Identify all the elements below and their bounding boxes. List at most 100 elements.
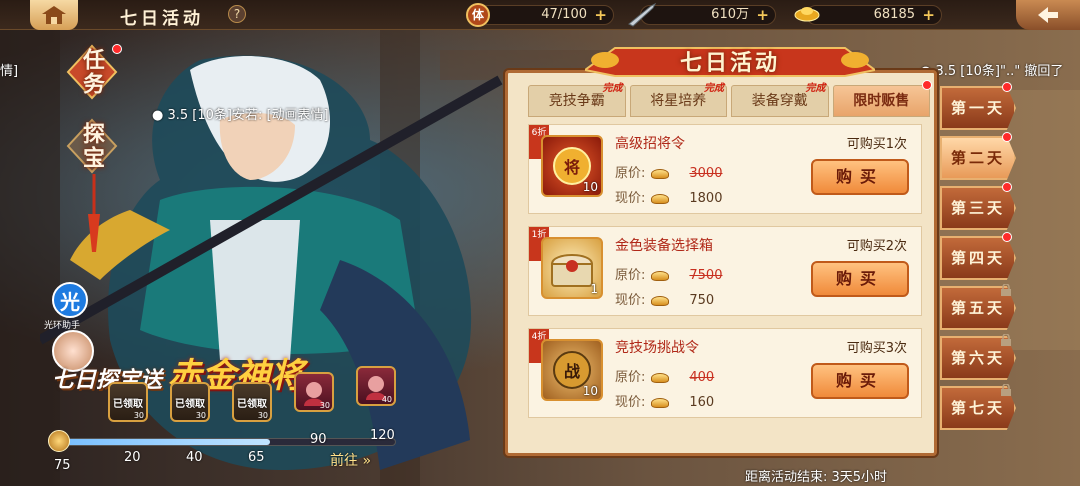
lock-icon bbox=[1001, 384, 1011, 396]
stamina-plus-button[interactable]: + bbox=[594, 6, 607, 24]
reward-slot-3[interactable]: 已领取 30 bbox=[232, 382, 272, 422]
day-tab-3[interactable]: 第三天 bbox=[940, 186, 1016, 230]
item-quantity: 10 bbox=[582, 180, 598, 194]
token-glyph: 战 bbox=[563, 362, 580, 381]
top-bar: 七日活动 ? 体 47/100 + 610万 + 68185 + bbox=[0, 0, 1080, 30]
stamina-counter: 体 47/100 + bbox=[466, 3, 614, 27]
original-price: 原价: 3000 bbox=[615, 162, 722, 181]
original-price-label: 原价: bbox=[615, 166, 646, 181]
reward-slot-5[interactable]: 40 bbox=[356, 366, 396, 406]
panel-header: 七日活动 bbox=[585, 40, 875, 82]
help-button[interactable]: ? bbox=[228, 5, 246, 23]
back-arrow-icon bbox=[1038, 7, 1058, 23]
gold-ingot-icon bbox=[793, 2, 821, 30]
progress-mark: 90 bbox=[310, 432, 327, 447]
item-thumbnail[interactable]: 将 10 bbox=[541, 135, 603, 197]
item-thumbnail[interactable]: 战 10 bbox=[541, 339, 603, 401]
reward-count: 40 bbox=[381, 395, 392, 404]
go-label: 前往 bbox=[330, 453, 358, 469]
silver-plus-button[interactable]: + bbox=[756, 6, 769, 24]
helper-app-button[interactable]: 光 bbox=[52, 282, 88, 318]
chest-icon bbox=[550, 254, 594, 287]
reward-slot-2[interactable]: 已领取 30 bbox=[170, 382, 210, 422]
day-tab-2[interactable]: 第二天 bbox=[940, 136, 1016, 180]
tab-treasure-label: 探宝 bbox=[79, 122, 105, 170]
gold-ingot-icon bbox=[651, 168, 670, 179]
item-name: 竞技场挑战令 bbox=[615, 340, 699, 356]
item-name: 金色装备选择箱 bbox=[615, 238, 713, 254]
original-price: 原价: 7500 bbox=[615, 264, 722, 283]
progress-coin-icon bbox=[48, 430, 70, 452]
tab-tasks[interactable]: 任务 bbox=[64, 44, 122, 100]
tab-label: 限时贩售 bbox=[853, 93, 910, 109]
lock-icon bbox=[1001, 334, 1011, 346]
notification-dot bbox=[1002, 82, 1012, 92]
tab-hero-training[interactable]: 将星培养 完成 bbox=[629, 83, 727, 117]
notification-dot bbox=[112, 44, 122, 54]
original-price-value: 400 bbox=[689, 370, 715, 385]
gold-plus-button[interactable]: + bbox=[922, 6, 935, 24]
stamina-label: 体 bbox=[472, 8, 485, 22]
tab-treasure[interactable]: 探宝 bbox=[64, 118, 120, 174]
back-button[interactable] bbox=[1016, 0, 1080, 30]
buy-button[interactable]: 购买 bbox=[811, 261, 909, 297]
current-price: 现价: 160 bbox=[615, 391, 714, 410]
purchase-limit: 可购买3次 bbox=[846, 341, 907, 356]
panel-title: 七日活动 bbox=[679, 50, 780, 76]
reward-status: 已领取 bbox=[113, 398, 143, 410]
house-icon bbox=[42, 6, 66, 24]
tab-label: 装备穿戴 bbox=[751, 93, 808, 109]
panel-tabs: 竞技争霸 完成 将星培养 完成 装备穿戴 完成 限时贩售 bbox=[528, 80, 932, 117]
gold-ingot-icon bbox=[651, 372, 670, 383]
progress-track bbox=[66, 438, 396, 446]
chat-bubble-icon: ● bbox=[152, 108, 164, 123]
go-button[interactable]: 前往 » bbox=[330, 450, 371, 470]
tab-tasks-label: 任务 bbox=[79, 48, 105, 96]
original-price-label: 原价: bbox=[615, 268, 646, 283]
purchase-limit: 可购买2次 bbox=[846, 239, 907, 254]
buy-button[interactable]: 购买 bbox=[811, 159, 909, 195]
reward-count: 30 bbox=[133, 411, 144, 420]
gold-ingot-icon bbox=[651, 295, 670, 306]
notification-dot bbox=[922, 80, 932, 90]
chat-text: 3.5 [10条]".." 撤回了 bbox=[935, 64, 1064, 79]
chat-message-right[interactable]: ● 3.5 [10条]".." 撤回了 bbox=[920, 60, 1063, 79]
item-name: 高级招将令 bbox=[615, 136, 685, 152]
tab-done-badge: 完成 bbox=[602, 83, 623, 94]
tab-limited-sale[interactable]: 限时贩售 bbox=[832, 80, 932, 117]
reward-slot-1[interactable]: 已领取 30 bbox=[108, 382, 148, 422]
shop-item: 6折 将 10 高级招将令 可购买1次 原价: 3000 现价: 1800 购买 bbox=[528, 124, 922, 214]
reward-count: 30 bbox=[319, 401, 330, 410]
current-price-label: 现价: bbox=[615, 395, 646, 410]
left-edge-chat-fragment: 情] bbox=[0, 64, 19, 79]
tab-done-badge: 完成 bbox=[805, 83, 826, 94]
reward-slot-4[interactable]: 30 bbox=[294, 372, 334, 412]
chat-text: 3.5 [10条]安若: [动画表情] bbox=[167, 108, 329, 123]
page-title: 七日活动 bbox=[120, 9, 204, 29]
reward-count: 30 bbox=[257, 411, 268, 420]
progress-mark: 40 bbox=[186, 450, 203, 465]
day-tab-4[interactable]: 第四天 bbox=[940, 236, 1016, 280]
buy-button[interactable]: 购买 bbox=[811, 363, 909, 399]
original-price-label: 原价: bbox=[615, 370, 646, 385]
gold-value: 68185 bbox=[873, 7, 915, 22]
progress-fill bbox=[67, 439, 271, 445]
notification-dot bbox=[1002, 232, 1012, 242]
current-price-value: 750 bbox=[689, 293, 715, 308]
item-thumbnail[interactable]: 1 bbox=[541, 237, 603, 299]
progress-mark: 120 bbox=[370, 428, 395, 443]
tab-equipment[interactable]: 装备穿戴 完成 bbox=[731, 83, 829, 117]
day-tab-1[interactable]: 第一天 bbox=[940, 86, 1016, 130]
original-price: 原价: 400 bbox=[615, 366, 714, 385]
current-price: 现价: 1800 bbox=[615, 187, 722, 206]
original-price-value: 7500 bbox=[689, 268, 723, 283]
home-button[interactable] bbox=[30, 0, 78, 30]
shop-item: 1折 1 金色装备选择箱 可购买2次 原价: 7500 现价: 750 购买 bbox=[528, 226, 922, 316]
lock-icon bbox=[1001, 284, 1011, 296]
current-price-label: 现价: bbox=[615, 191, 646, 206]
event-countdown: 距离活动结束: 3天5小时 bbox=[745, 470, 888, 485]
original-price-value: 3000 bbox=[689, 166, 723, 181]
tab-arena[interactable]: 竞技争霸 完成 bbox=[528, 83, 626, 117]
chat-message-left[interactable]: ● 3.5 [10条]安若: [动画表情] bbox=[152, 104, 329, 123]
item-quantity: 1 bbox=[590, 282, 598, 296]
